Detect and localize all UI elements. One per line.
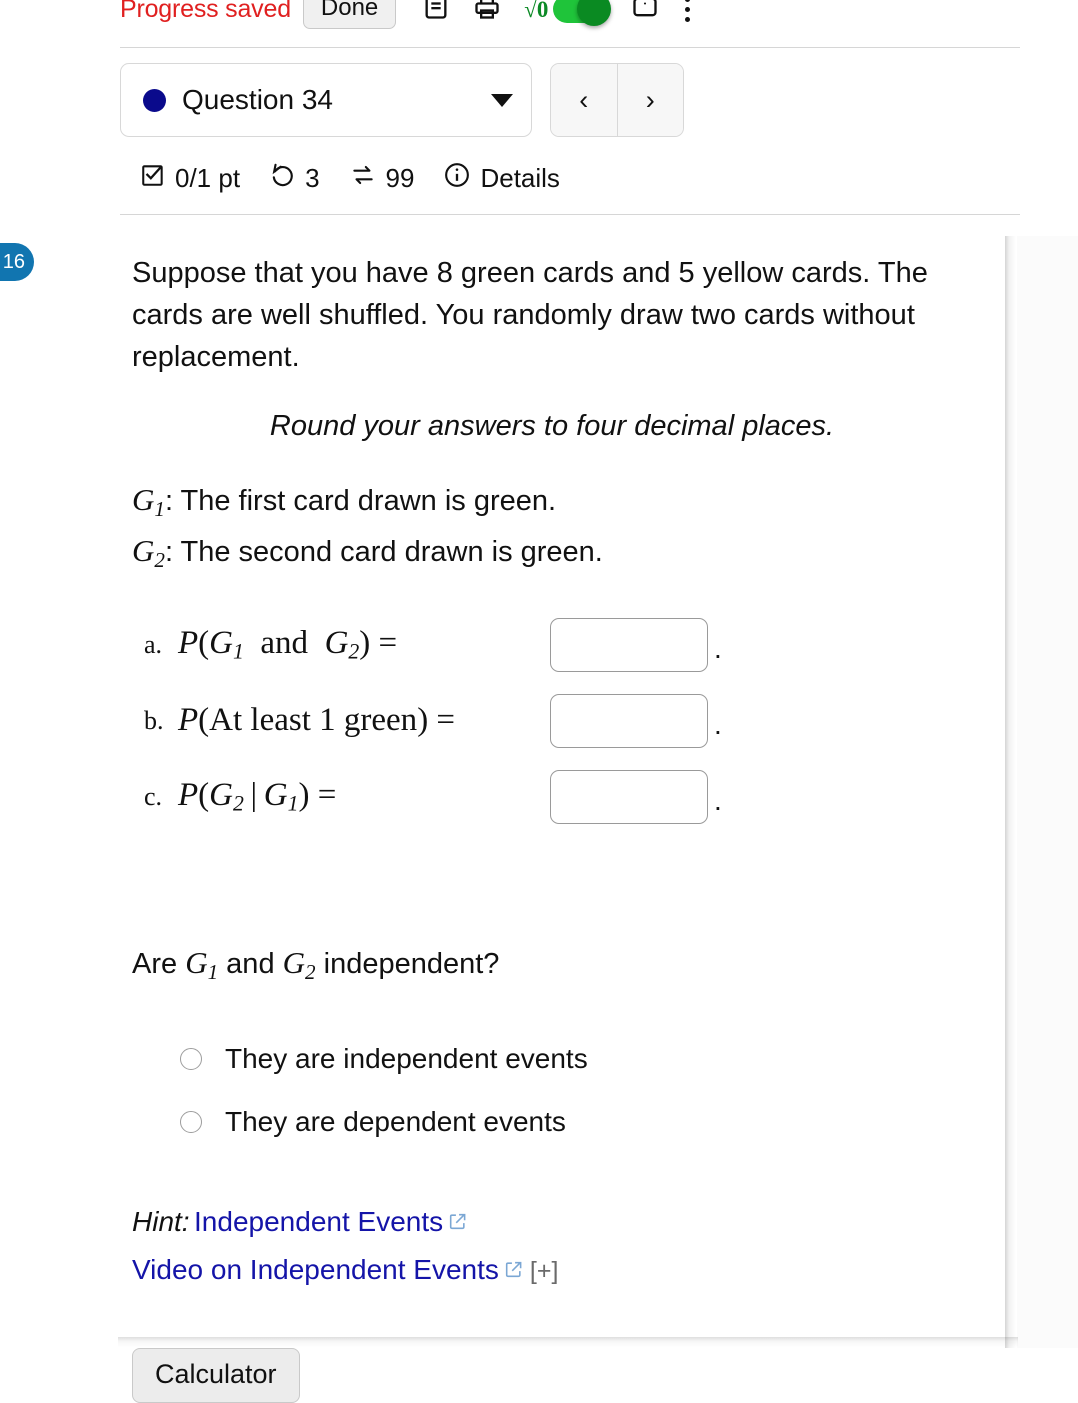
expand-video-toggle[interactable]: [+] xyxy=(530,1257,559,1285)
part-expression-c: P(G2 | G1) = xyxy=(178,776,337,816)
part-expression-b: P(At least 1 green) = xyxy=(178,702,456,739)
divider-below-meta xyxy=(120,214,1020,215)
question-nav-row: Question 34 ‹ › xyxy=(120,63,684,137)
question-page: Progress saved Done √0 Question 34 ‹ › 0… xyxy=(0,0,1078,1403)
score-checkbox-icon xyxy=(140,162,166,195)
choice-dependent[interactable]: They are dependent events xyxy=(180,1091,1000,1154)
answer-part-c: c. P(G2 | G1) = . xyxy=(132,759,1000,835)
answer-input-a[interactable] xyxy=(550,617,708,672)
question-select-label: Question 34 xyxy=(182,84,333,115)
choice-label-dependent: They are dependent events xyxy=(225,1106,566,1138)
independence-prompt-pre: Are xyxy=(132,947,186,980)
independence-choices: They are independent events They are dep… xyxy=(132,1028,1000,1154)
question-status-dot xyxy=(143,88,166,112)
content-card-right-shadow xyxy=(1005,236,1017,1348)
next-question-button[interactable]: › xyxy=(616,64,683,136)
chevron-down-icon xyxy=(491,93,513,107)
choice-label-independent: They are independent events xyxy=(225,1043,588,1075)
divider-top xyxy=(120,47,1020,48)
radio-independent[interactable] xyxy=(180,1048,202,1071)
attempts-count: 3 xyxy=(305,163,320,193)
event-text-2: : The second card drawn is green. xyxy=(164,535,603,568)
rounding-note: Round your answers to four decimal place… xyxy=(269,410,835,442)
hint-label: Hint: xyxy=(132,1205,190,1237)
versions-count: 99 xyxy=(385,163,415,193)
answer-part-b: b. P(At least 1 green) = . xyxy=(132,683,1000,759)
radio-dependent[interactable] xyxy=(180,1111,202,1134)
independence-var-2: G2 xyxy=(282,944,316,984)
answer-input-b[interactable] xyxy=(550,693,708,748)
answer-input-c[interactable] xyxy=(550,769,708,824)
shuffle-versions-icon xyxy=(349,162,377,195)
toolbar-icons: √0 xyxy=(422,0,694,26)
part-letter-a: a. xyxy=(144,629,163,659)
math-mode-label: √0 xyxy=(524,0,549,22)
question-number-badge[interactable]: 16 xyxy=(0,243,34,281)
prev-question-button[interactable]: ‹ xyxy=(551,64,617,136)
calculator-button[interactable]: Calculator xyxy=(132,1347,300,1403)
info-icon[interactable] xyxy=(443,161,471,196)
external-link-icon-video[interactable] xyxy=(504,1253,523,1296)
question-body: Suppose that you have 8 green cards and … xyxy=(132,252,1000,1403)
part-period-a: . xyxy=(714,632,722,664)
event-definitions: G1: The first card drawn is green. G2: T… xyxy=(132,479,1000,581)
part-letter-b: b. xyxy=(144,705,164,735)
page-gutter xyxy=(1017,236,1078,1348)
question-stem: Suppose that you have 8 green cards and … xyxy=(132,257,928,373)
print-icon[interactable] xyxy=(472,0,502,26)
event-symbol-g2: G2 xyxy=(132,532,165,572)
fullscreen-icon[interactable] xyxy=(631,0,659,26)
video-row: Video on Independent Events [+] xyxy=(132,1248,1000,1296)
independence-prompt-post: independent? xyxy=(315,947,500,980)
event-definition-1: G1: The first card drawn is green. xyxy=(132,479,1000,530)
independence-prompt: Are G1 and G2 independent? xyxy=(132,943,1000,992)
event-symbol-g1: G1 xyxy=(132,482,165,521)
kebab-menu-icon[interactable] xyxy=(681,0,694,22)
hint-link[interactable]: Independent Events xyxy=(194,1206,443,1237)
score-text: 0/1 pt xyxy=(175,163,241,193)
independence-prompt-mid: and xyxy=(218,947,283,980)
event-definition-2: G2: The second card drawn is green. xyxy=(132,530,1000,581)
math-mode-toggle[interactable]: √0 xyxy=(524,0,612,26)
external-link-icon[interactable] xyxy=(448,1205,467,1248)
part-expression-a: P(G1 and G2) = xyxy=(178,624,398,664)
part-period-b: . xyxy=(714,708,722,740)
question-select[interactable]: Question 34 xyxy=(120,63,532,137)
retry-icon xyxy=(269,162,296,196)
part-period-c: . xyxy=(714,784,722,816)
answer-part-a: a. P(G1 and G2) = . xyxy=(132,607,1000,683)
hints-section: Hint: Independent Events Video on Indepe… xyxy=(132,1200,1000,1296)
answer-parts: a. P(G1 and G2) = . b. P(At least 1 gree… xyxy=(132,607,1000,835)
notes-icon[interactable] xyxy=(422,0,450,26)
progress-status-text: Progress saved xyxy=(120,0,291,23)
video-link[interactable]: Video on Independent Events xyxy=(132,1254,499,1285)
hint-row: Hint: Independent Events xyxy=(132,1200,1000,1248)
top-status-bar: Progress saved Done √0 xyxy=(0,0,1078,32)
details-link[interactable]: Details xyxy=(480,163,559,194)
math-mode-switch[interactable] xyxy=(553,0,612,26)
part-letter-c: c. xyxy=(144,781,163,811)
done-button[interactable]: Done xyxy=(302,0,397,29)
independence-var-1: G1 xyxy=(185,944,219,984)
question-meta-row: 0/1 pt 3 99 Details xyxy=(140,161,560,196)
question-pager: ‹ › xyxy=(550,63,684,137)
choice-independent[interactable]: They are independent events xyxy=(180,1028,1000,1091)
event-text-1: : The first card drawn is green. xyxy=(164,485,557,517)
